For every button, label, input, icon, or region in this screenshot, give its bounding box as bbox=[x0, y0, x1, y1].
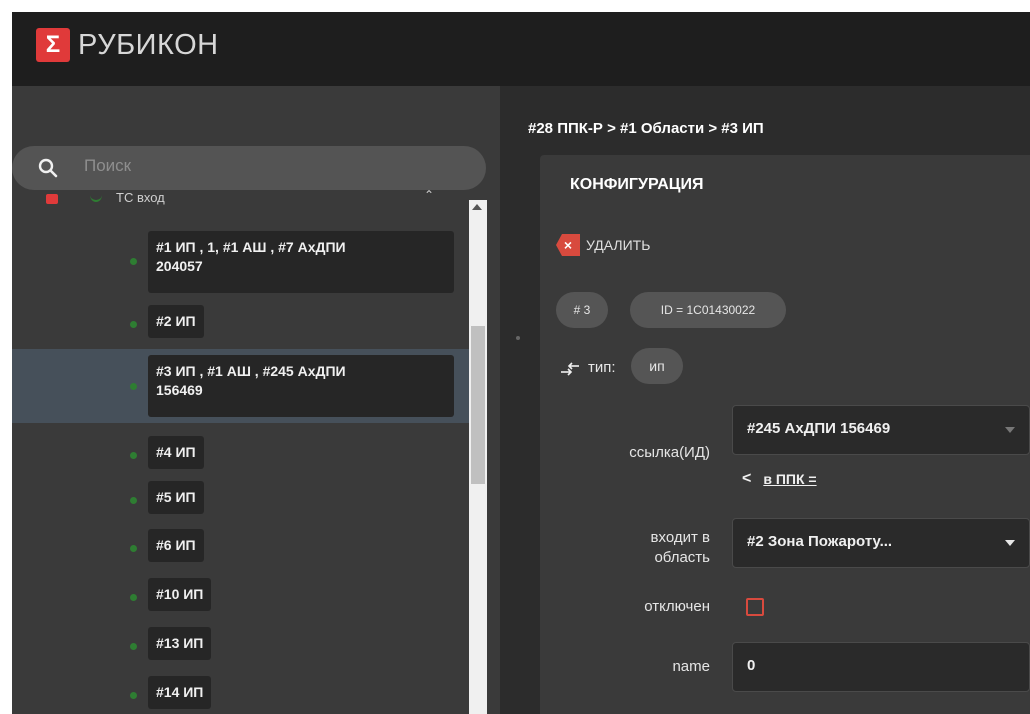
disabled-checkbox[interactable] bbox=[746, 598, 764, 616]
disabled-label: отключен bbox=[644, 598, 710, 615]
delete-icon: × bbox=[556, 234, 580, 256]
config-title: КОНФИГУРАЦИЯ bbox=[570, 176, 704, 193]
chevron-down-icon bbox=[1005, 540, 1015, 546]
status-dot bbox=[130, 545, 137, 552]
status-dot bbox=[130, 643, 137, 650]
tree-item[interactable]: #14 ИП bbox=[12, 674, 476, 714]
number-chip: # 3 bbox=[556, 292, 608, 328]
status-dot bbox=[130, 321, 137, 328]
tree-item[interactable]: #2 ИП bbox=[12, 303, 476, 343]
scroll-up-arrow-icon[interactable] bbox=[472, 204, 482, 210]
decorative-dot bbox=[516, 336, 520, 340]
search-input[interactable]: Поиск bbox=[84, 156, 131, 176]
partial-tree-item[interactable]: ТС вход ⌃ bbox=[40, 188, 460, 210]
search-icon bbox=[38, 158, 58, 178]
tree-item-label-line2: 156469 bbox=[156, 382, 203, 398]
breadcrumb: #28 ППК-Р > #1 Области > #3 ИП bbox=[528, 120, 764, 137]
scrollbar-thumb[interactable] bbox=[471, 326, 485, 484]
tree-item[interactable]: #1 ИП , 1, #1 АШ , #7 АхДПИ 204057 bbox=[12, 228, 476, 293]
app-title: РУБИКОН bbox=[78, 29, 219, 61]
tree-item-label: #14 ИП bbox=[148, 676, 212, 709]
tree-item-label-line1: #3 ИП , #1 АШ , #245 АхДПИ bbox=[156, 363, 346, 379]
tree-item-label: #5 ИП bbox=[148, 481, 204, 514]
logo-icon: Σ bbox=[36, 28, 70, 62]
back-to-ppk-link[interactable]: < в ППК = bbox=[742, 470, 817, 488]
name-label: name bbox=[672, 658, 710, 675]
tree-item[interactable]: #4 ИП bbox=[12, 434, 476, 474]
tree-item-label: #4 ИП bbox=[148, 436, 204, 469]
tree-item-label: #1 ИП , 1, #1 АШ , #7 АхДПИ 204057 bbox=[148, 231, 454, 293]
area-select-value: #2 Зона Пожароту... bbox=[747, 533, 893, 550]
id-chip: ID = 1C01430022 bbox=[630, 292, 786, 328]
app-header: Σ РУБИКОН bbox=[12, 12, 1030, 86]
link-select-value: #245 АхДПИ 156469 bbox=[747, 420, 891, 437]
status-dot bbox=[130, 497, 137, 504]
swap-arrows-icon bbox=[561, 362, 579, 376]
tree-item[interactable]: #6 ИП bbox=[12, 527, 476, 567]
chevron-down-icon bbox=[1005, 427, 1015, 433]
link-label: ссылка(ИД) bbox=[629, 444, 710, 461]
tree-item-label: #10 ИП bbox=[148, 578, 212, 611]
name-input[interactable]: 0 bbox=[732, 642, 1030, 692]
tree-item-label: #3 ИП , #1 АШ , #245 АхДПИ 156469 bbox=[148, 355, 454, 417]
delete-label: УДАЛИТЬ bbox=[586, 237, 651, 253]
type-label: тип: bbox=[588, 359, 616, 376]
type-chip: ип bbox=[631, 348, 683, 384]
tree-item-label-line1: #1 ИП , 1, #1 АШ , #7 АхДПИ bbox=[156, 239, 346, 255]
status-arc-icon bbox=[90, 188, 102, 202]
search-bar[interactable]: Поиск bbox=[12, 146, 486, 190]
red-square-icon bbox=[46, 194, 58, 204]
tree-item-label: #2 ИП bbox=[148, 305, 204, 338]
tree-item-label-line2: 204057 bbox=[156, 258, 203, 274]
chevron-left-icon: < bbox=[742, 470, 752, 487]
back-link-text: в ППК = bbox=[763, 471, 817, 487]
status-dot bbox=[130, 258, 137, 265]
area-label-line2: область bbox=[654, 549, 710, 566]
status-dot bbox=[130, 383, 137, 390]
tree-item-label: #6 ИП bbox=[148, 529, 204, 562]
status-dot bbox=[130, 594, 137, 601]
link-select[interactable]: #245 АхДПИ 156469 bbox=[732, 405, 1030, 455]
tree-item[interactable]: #5 ИП bbox=[12, 479, 476, 519]
area-label: входит в область bbox=[560, 528, 710, 568]
tree-item[interactable]: #13 ИП bbox=[12, 625, 476, 665]
area-select[interactable]: #2 Зона Пожароту... bbox=[732, 518, 1030, 568]
partial-item-label: ТС вход bbox=[116, 190, 165, 205]
delete-button[interactable]: × УДАЛИТЬ bbox=[556, 233, 650, 257]
status-dot bbox=[130, 452, 137, 459]
tree-item-label: #13 ИП bbox=[148, 627, 212, 660]
tree-item[interactable]: #10 ИП bbox=[12, 576, 476, 616]
status-dot bbox=[130, 692, 137, 699]
area-label-line1: входит в bbox=[650, 529, 710, 546]
tree-item-selected[interactable]: #3 ИП , #1 АШ , #245 АхДПИ 156469 bbox=[12, 349, 476, 423]
collapse-icon[interactable]: ⌃ bbox=[424, 188, 434, 202]
